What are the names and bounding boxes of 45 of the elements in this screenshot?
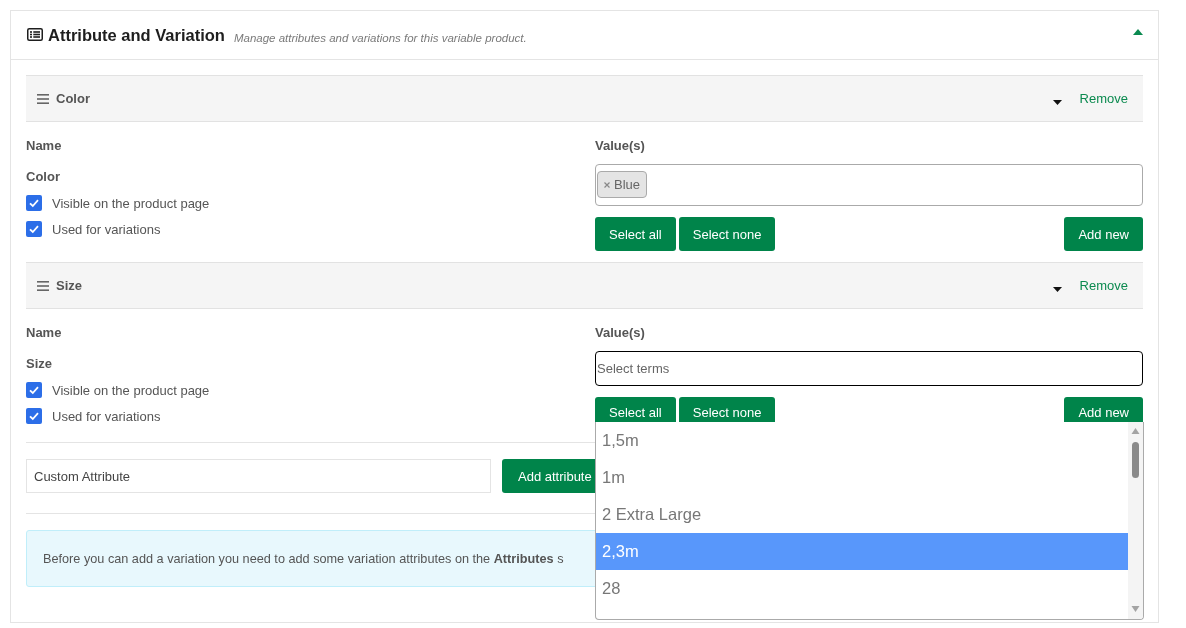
collapse-caret-icon[interactable]	[1133, 29, 1143, 35]
hamburger-icon[interactable]	[37, 280, 49, 291]
dropdown-option[interactable]: 2 Extra Large	[596, 496, 1128, 533]
close-icon[interactable]	[604, 181, 610, 188]
checkbox-label: Visible on the product page	[52, 382, 210, 398]
panel-subtitle: Manage attributes and variations for this variable product.	[233, 32, 527, 44]
caret-icon[interactable]	[1052, 99, 1062, 105]
checkbox-label: Used for variations	[52, 408, 161, 424]
panel-title: Attribute and Variation	[48, 25, 225, 46]
dropdown-option[interactable]: 1m	[596, 459, 1128, 496]
attribute-title: Size	[56, 278, 82, 293]
field-label: Value(s)	[595, 137, 646, 155]
list-icon	[27, 27, 43, 41]
checkbox[interactable]	[26, 221, 42, 237]
custom-attribute-field[interactable]: Custom Attribute	[26, 459, 491, 493]
field-label: Value(s)	[595, 324, 646, 342]
tag-label: Blue	[614, 177, 641, 192]
field-label: Name	[26, 137, 62, 155]
action-button[interactable]: Select all	[595, 397, 676, 422]
remove-link[interactable]: Remove	[1079, 278, 1128, 293]
attribute-name: Size	[26, 355, 52, 373]
action-button[interactable]: Add new	[1064, 217, 1143, 251]
remove-link[interactable]: Remove	[1079, 91, 1128, 106]
add-attribute-button[interactable]: Add attribute	[502, 459, 597, 493]
action-button[interactable]: Add new	[1064, 397, 1143, 422]
values-field[interactable]: Blue	[595, 164, 1143, 206]
checkbox-label: Used for variations	[52, 221, 161, 237]
dropdown-option[interactable]: 28	[596, 570, 1128, 607]
action-button[interactable]: Select none	[678, 397, 776, 422]
dropdown-option[interactable]: 1,5m	[596, 422, 1128, 459]
action-button[interactable]: Select all	[595, 217, 676, 251]
attribute-title: Color	[56, 91, 90, 106]
notice-text: Before you can add a variation you need to add some variation attributes on the Attributes s	[43, 551, 564, 566]
checkbox[interactable]	[26, 408, 42, 424]
checkbox[interactable]	[26, 382, 42, 398]
caret-icon[interactable]	[1052, 286, 1062, 292]
field-label: Name	[26, 324, 62, 342]
scrollbar[interactable]	[1128, 422, 1143, 619]
checkbox-label: Visible on the product page	[52, 195, 210, 211]
checkbox[interactable]	[26, 195, 42, 211]
attribute-name: Color	[26, 168, 60, 186]
values-field[interactable]: Select terms	[595, 351, 1143, 386]
action-button[interactable]: Select none	[678, 217, 776, 251]
dropdown-option[interactable]: 2,3m	[596, 533, 1128, 570]
hamburger-icon[interactable]	[37, 93, 49, 104]
